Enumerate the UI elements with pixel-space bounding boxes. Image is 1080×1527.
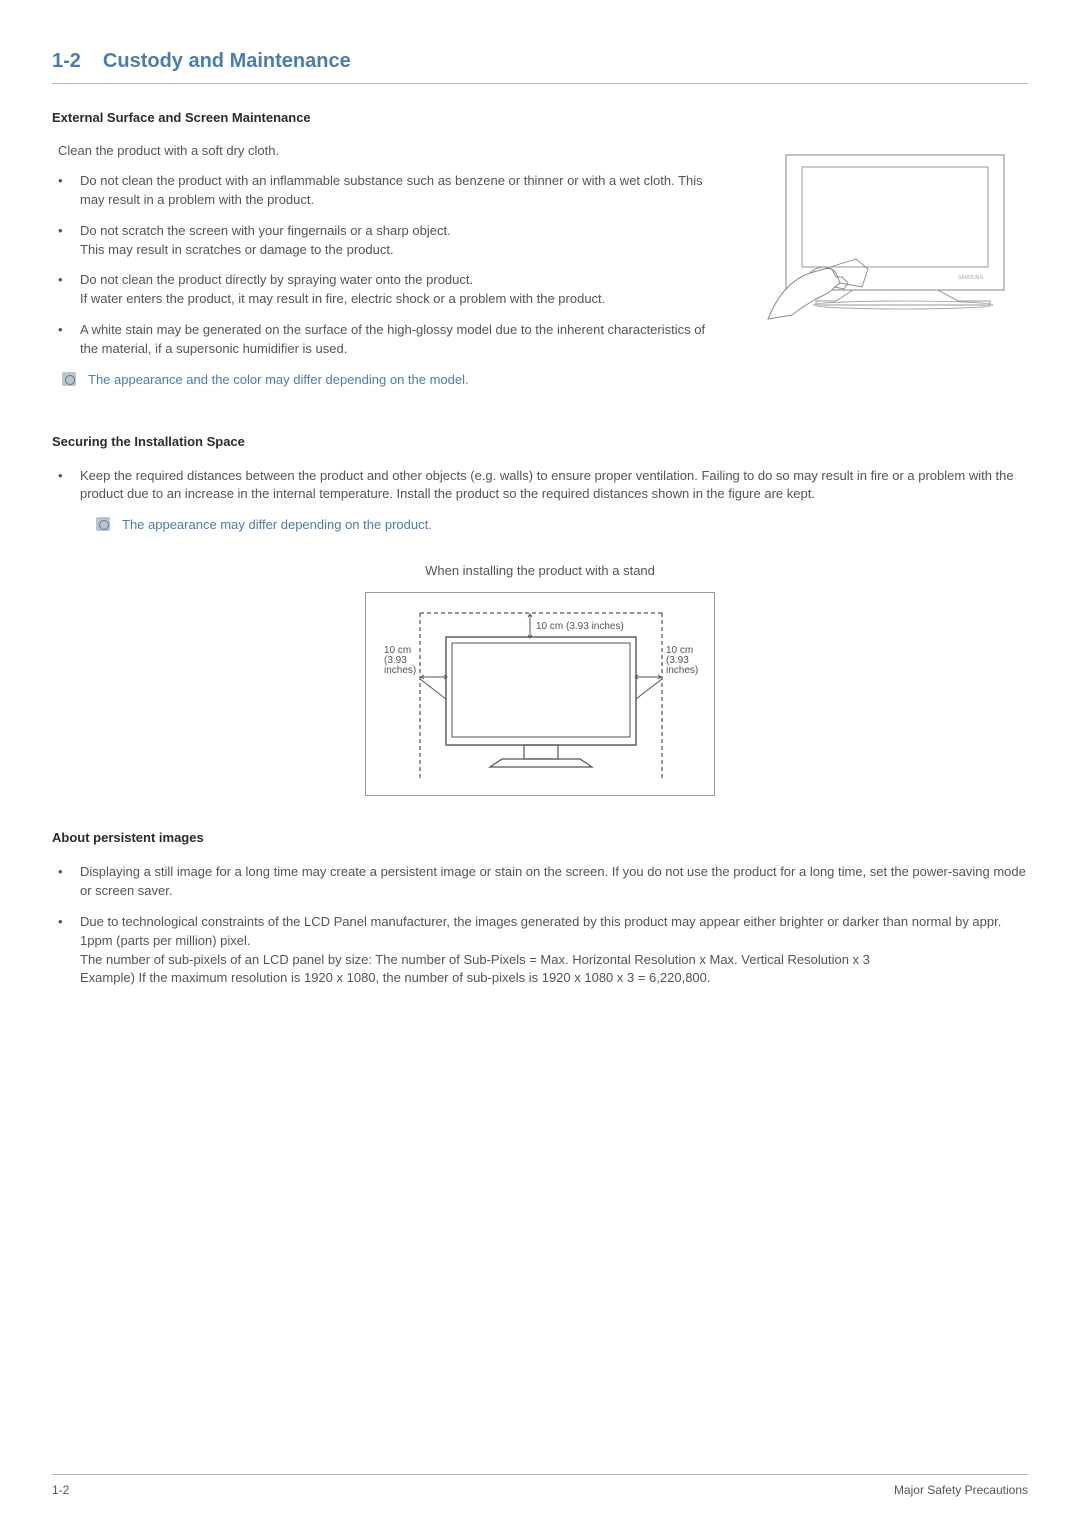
info-icon (96, 517, 110, 531)
footer: 1-2 Major Safety Precautions (52, 1474, 1028, 1497)
footer-page-number: 1-2 (52, 1483, 69, 1497)
diagram-caption: When installing the product with a stand (52, 563, 1028, 578)
info-icon (62, 372, 76, 386)
sec3-bullet-1: Displaying a still image for a long time… (58, 863, 1028, 901)
subhead-external-surface: External Surface and Screen Maintenance (52, 110, 1028, 125)
section-heading: 1-2 Custody and Maintenance (52, 50, 1028, 84)
heading-title: Custody and Maintenance (103, 50, 351, 73)
dim-right-c: inches) (666, 665, 698, 676)
sec3-bullet-2: Due to technological constraints of the … (58, 913, 1028, 988)
bullet-text: Keep the required distances between the … (80, 467, 1028, 505)
note-text: The appearance may differ depending on t… (122, 516, 432, 535)
heading-number: 1-2 (52, 50, 81, 73)
footer-section-title: Major Safety Precautions (894, 1483, 1028, 1497)
sec1-bullet-3: Do not clean the product directly by spr… (58, 271, 708, 309)
bullet-text: A white stain may be generated on the su… (80, 321, 708, 359)
bullet-text: Do not clean the product with an inflamm… (80, 172, 708, 210)
sec1-right-column: SAMSUNG (758, 143, 1028, 390)
sec1-bullet-2: Do not scratch the screen with your fing… (58, 222, 708, 260)
sec2-note: The appearance may differ depending on t… (96, 516, 1028, 535)
sec1-bullet-4: A white stain may be generated on the su… (58, 321, 708, 359)
dim-left-c: inches) (384, 665, 416, 676)
sec1-intro: Clean the product with a soft dry cloth. (58, 143, 708, 158)
diagram-frame: 10 cm (3.93 inches) 10 cm (3.93 inches) … (365, 592, 715, 796)
sec1-note: The appearance and the color may differ … (62, 371, 708, 390)
sec2-bullet-list: Keep the required distances between the … (58, 467, 1028, 505)
sec1-content-row: Clean the product with a soft dry cloth.… (52, 143, 1028, 390)
bullet-text: Displaying a still image for a long time… (80, 863, 1028, 901)
sec3-bullet-list: Displaying a still image for a long time… (58, 863, 1028, 988)
sec2-bullet-1: Keep the required distances between the … (58, 467, 1028, 505)
subhead-persistent-images: About persistent images (52, 830, 1028, 845)
sec1-bullet-list: Do not clean the product with an inflamm… (58, 172, 708, 359)
note-text: The appearance and the color may differ … (88, 371, 469, 390)
bullet-text: Due to technological constraints of the … (80, 913, 1028, 988)
sec1-left-column: Clean the product with a soft dry cloth.… (52, 143, 708, 390)
sec1-bullet-1: Do not clean the product with an inflamm… (58, 172, 708, 210)
monitor-cleaning-illustration: SAMSUNG (758, 149, 1028, 324)
bullet-text: Do not clean the product directly by spr… (80, 271, 605, 309)
subhead-installation-space: Securing the Installation Space (52, 434, 1028, 449)
clearance-diagram: 10 cm (3.93 inches) 10 cm (3.93 inches) … (52, 592, 1028, 796)
bullet-text: Do not scratch the screen with your fing… (80, 222, 451, 260)
svg-text:SAMSUNG: SAMSUNG (958, 275, 983, 281)
dim-top: 10 cm (3.93 inches) (536, 621, 624, 632)
